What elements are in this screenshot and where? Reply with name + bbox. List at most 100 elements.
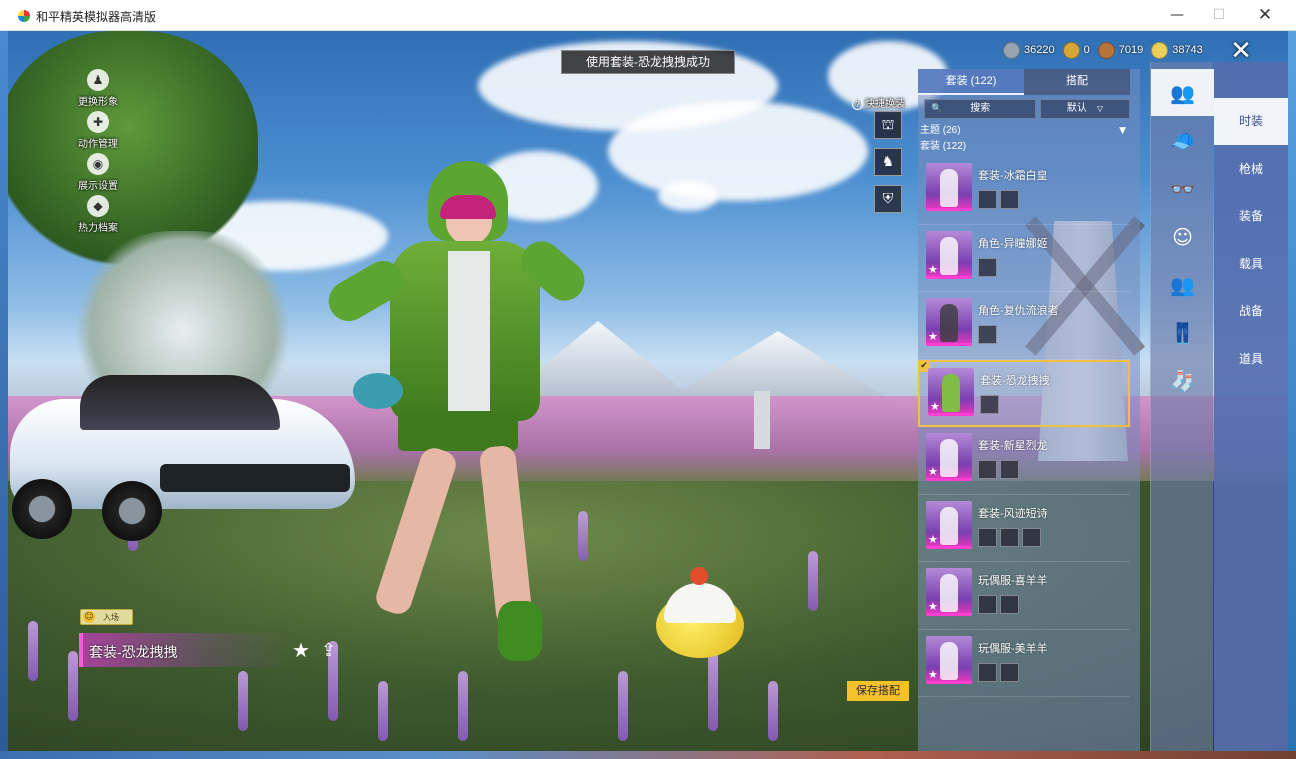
quick-swap-label[interactable]: ? 快捷换装 xyxy=(852,95,905,110)
outfit-piece[interactable] xyxy=(978,190,997,209)
outfit-list: 套装-冰霜白皇 ★ 角色-异瞳娜姬 ★ 角色-复仇流浪者 ✔ ★ 套装-恐龙拽拽 xyxy=(918,157,1130,697)
star-icon[interactable]: ★ xyxy=(292,638,310,662)
outfit-piece[interactable] xyxy=(1022,527,1041,547)
category-label-column: 时装 枪械 装备 载具 战备 道具 xyxy=(1214,62,1288,751)
star-icon: ★ xyxy=(928,667,938,681)
outfit-portrait: ★ xyxy=(926,230,972,279)
theme-row[interactable]: 主题 (26) ▼ xyxy=(920,123,1130,139)
chick-pet xyxy=(656,563,746,658)
tab-vehicles[interactable]: 载具 xyxy=(1214,241,1288,288)
action-manage-button[interactable]: ✚ 动作管理 xyxy=(68,111,128,150)
lavender-flower xyxy=(618,671,628,741)
outfit-piece[interactable] xyxy=(978,662,997,682)
star-icon: ★ xyxy=(928,600,938,613)
save-outfit-button[interactable]: 保存搭配 xyxy=(847,681,909,701)
tab-fashion[interactable]: 时装 xyxy=(1214,98,1288,145)
maximize-button[interactable]: ☐ xyxy=(1196,0,1242,31)
theme-filter[interactable]: 主题 (26) ▼ 套装 (122) xyxy=(920,123,1130,155)
cloud xyxy=(658,181,718,211)
outfit-portrait: ★ xyxy=(926,500,972,549)
profile-button[interactable]: ◆ 热力档案 xyxy=(68,195,128,234)
outfit-portrait: ★ xyxy=(926,568,972,616)
dropdown-arrow-icon: ▼ xyxy=(1119,126,1126,136)
outfit-piece[interactable] xyxy=(980,394,999,414)
currency-bar: 36220 0 7019 38743 xyxy=(1003,39,1211,61)
currency-item: 7019 xyxy=(1097,41,1143,59)
dino-boot xyxy=(498,601,542,661)
coin-silver-icon xyxy=(1003,41,1020,59)
desktop-background xyxy=(1288,31,1296,759)
cap-icon[interactable]: 🧢 xyxy=(1151,117,1214,164)
outfit-piece[interactable] xyxy=(1000,460,1019,479)
outfit-item[interactable]: ★ 玩偶服-美羊羊 xyxy=(918,630,1130,697)
outfit-item[interactable]: ★ 角色-异瞳娜姬 xyxy=(918,225,1130,292)
search-icon: 🔍 xyxy=(931,104,943,114)
star-icon: ★ xyxy=(928,465,938,478)
outfit-portrait: ★ xyxy=(926,433,972,481)
lavender-flower xyxy=(68,651,78,721)
outfit-portrait: ★ xyxy=(928,367,974,416)
glasses-icon[interactable]: 👓 xyxy=(1151,165,1214,212)
tab-battle-gear[interactable]: 战备 xyxy=(1214,288,1288,335)
chevron-down-icon: ▽ xyxy=(1096,104,1104,113)
desktop-background xyxy=(0,31,8,751)
currency-item: 38743 xyxy=(1151,41,1203,59)
outfit-item[interactable]: ★ 套装-新星烈龙 xyxy=(918,427,1130,495)
minimize-button[interactable]: — xyxy=(1154,0,1200,31)
outfit-icon[interactable]: 👥 xyxy=(1151,69,1214,116)
lavender-flower xyxy=(238,671,248,731)
profile-icon: ◆ xyxy=(87,195,109,217)
fur-trim xyxy=(448,251,490,411)
outfit-piece[interactable] xyxy=(1000,595,1019,614)
tab-items[interactable]: 道具 xyxy=(1214,336,1288,383)
outfit-item[interactable]: 套装-冰霜白皇 xyxy=(918,157,1130,225)
character-icon[interactable]: ♞ xyxy=(874,148,902,176)
socks-icon[interactable]: 🧦 xyxy=(1151,357,1214,404)
star-icon: ★ xyxy=(928,262,938,276)
outfit-piece[interactable] xyxy=(978,527,997,547)
outfit-piece[interactable] xyxy=(978,325,997,344)
hanger-icon[interactable]: ⛫ xyxy=(874,111,902,139)
category-icon-column: 👥 🧢 👓 ☺ 👥 👖 🧦 xyxy=(1150,62,1214,751)
tab-equipment[interactable]: 装备 xyxy=(1214,193,1288,240)
lavender-flower xyxy=(808,551,818,611)
outfit-piece[interactable] xyxy=(1000,662,1019,682)
outfit-piece[interactable] xyxy=(978,257,997,277)
tab-combos[interactable]: 搭配 xyxy=(1024,69,1130,95)
distant-windmill xyxy=(746,371,776,451)
mask-icon[interactable]: ☺ xyxy=(1151,213,1214,260)
right-leg xyxy=(478,444,534,628)
outfit-item[interactable]: ★ 玩偶服-喜羊羊 xyxy=(918,562,1130,630)
change-appearance-button[interactable]: ♟ 更换形象 xyxy=(68,69,128,108)
display-settings-button[interactable]: ◉ 展示设置 xyxy=(68,153,128,192)
window-close-button[interactable]: ✕ xyxy=(1242,0,1288,31)
star-icon: ★ xyxy=(928,532,938,546)
eye-icon: ◉ xyxy=(87,153,109,175)
coin-gold-icon xyxy=(1062,41,1080,59)
outfit-piece[interactable] xyxy=(978,595,997,614)
player-character xyxy=(318,161,598,681)
outfit-item[interactable]: ★ 角色-复仇流浪者 xyxy=(918,292,1130,360)
outfit-piece[interactable] xyxy=(1000,527,1019,547)
outfit-piece[interactable] xyxy=(978,460,997,479)
tab-weapons[interactable]: 枪械 xyxy=(1214,146,1288,193)
diamond-icon xyxy=(1151,41,1169,59)
sort-select[interactable]: 默认 ▽ xyxy=(1040,99,1130,119)
app-window: 和平精英模拟器高清版 — ☐ ✕ ♟ 更换形象 ✚ 动作管理 ◉ 展示设置 ◆ … xyxy=(0,0,1296,759)
currency-item: 36220 xyxy=(1003,41,1055,59)
share-icon[interactable]: ⇪ xyxy=(321,640,336,661)
tab-suits[interactable]: 套装 (122) xyxy=(918,69,1024,95)
entry-tag[interactable]: ☺ 入场 xyxy=(80,609,133,625)
outfit-item-selected[interactable]: ✔ ★ 套装-恐龙拽拽 xyxy=(918,359,1130,427)
shield-icon[interactable]: ⛨ xyxy=(874,185,902,213)
outfit-item[interactable]: ★ 套装-风迹短诗 xyxy=(918,495,1130,562)
window-titlebar: 和平精英模拟器高清版 — ☐ ✕ xyxy=(0,0,1296,31)
lavender-flower xyxy=(28,621,38,681)
current-outfit-name: 套装-恐龙拽拽 xyxy=(89,644,178,660)
current-outfit-card: 套装-恐龙拽拽 xyxy=(79,633,289,667)
pants-icon[interactable]: 👖 xyxy=(1151,309,1214,356)
character-hair xyxy=(440,195,496,219)
suit-icon[interactable]: 👥 xyxy=(1151,261,1214,308)
search-input[interactable]: 🔍 搜索 xyxy=(924,99,1036,119)
outfit-piece[interactable] xyxy=(1000,190,1019,209)
